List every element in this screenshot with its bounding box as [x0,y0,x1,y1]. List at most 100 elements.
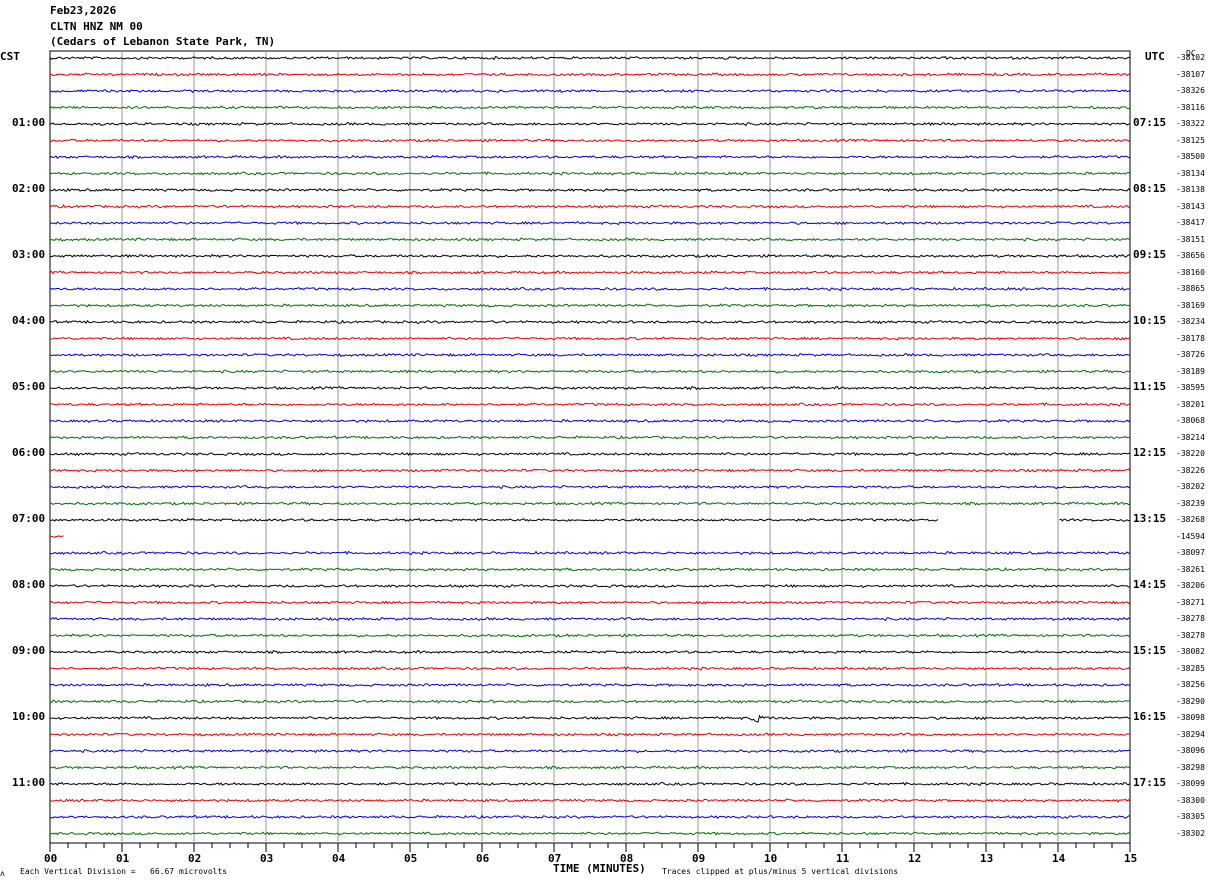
dc-offset-label: -38099 [1176,779,1205,788]
dc-offset-label: -38326 [1176,86,1205,95]
seismic-trace [49,583,1131,589]
dc-offset-label: -38302 [1176,828,1205,838]
dc-offset-label: -38278 [1176,630,1205,640]
dc-offset-label: -38098 [1176,713,1205,722]
dc-offset-label: -38239 [1176,498,1205,508]
seismic-trace [49,336,1130,341]
dc-offset-label: -38068 [1176,416,1205,425]
dc-offset-label: -38160 [1176,267,1205,277]
left-hour-label: 08:00 [12,578,46,591]
seismic-trace [49,270,1131,275]
minute-gridlines [121,51,1059,843]
dc-offset-label: -38151 [1176,234,1205,244]
x-tick-label: 15 [1124,852,1138,865]
seismic-trace [49,682,1131,688]
seismic-trace [49,88,1131,94]
dc-offset-label: -38214 [1176,432,1205,442]
seismic-trace [49,831,1131,836]
dc-offset-label: -38201 [1176,399,1205,409]
left-hour-label: 07:00 [12,512,46,525]
left-hour-label: 10:00 [12,710,46,723]
x-tick-label: 13 [980,852,994,865]
location-label: (Cedars of Lebanon State Park, TN) [50,35,276,48]
seismic-trace [49,732,1131,737]
left-hour-label: 09:00 [12,644,46,657]
right-hour-label: 17:15 [1133,776,1167,789]
x-tick-label: 03 [260,852,274,865]
x-axis-ticks [49,843,1131,852]
dc-offset-label: -38234 [1176,317,1205,326]
dc-offset-label: -38271 [1176,597,1205,607]
seismic-trace [49,72,1131,77]
left-timezone-label: CST [0,50,20,63]
seismic-trace [49,369,1131,374]
dc-offset-label: -38417 [1176,218,1205,227]
dc-offset-label: -38082 [1176,647,1205,656]
right-hour-label: 16:15 [1133,710,1167,723]
left-hour-label: 06:00 [12,446,46,459]
scale-icon: ʌ [0,869,5,878]
seismic-trace [49,385,1131,391]
dc-offset-label: -14594 [1176,531,1205,541]
x-tick-label: 06 [476,852,490,865]
right-timezone-label: UTC [1145,50,1165,63]
seismic-trace [49,714,1131,723]
dc-offset-label: -38865 [1176,284,1205,293]
seismic-trace [49,616,1131,622]
dc-offset-label: -38125 [1176,135,1205,145]
x-tick-label: 00 [44,852,58,865]
dc-offset-label: -38138 [1176,185,1205,194]
seismic-trace [49,484,1131,490]
dc-offset-label: -38096 [1176,746,1205,755]
x-tick-label: 02 [188,852,202,865]
x-tick-label: 12 [908,852,922,865]
dc-offset-label: -38169 [1176,300,1205,310]
right-hour-label: 07:15 [1133,116,1167,129]
seismic-trace [49,418,1131,424]
seismic-trace [49,567,1131,572]
x-tick-label: 14 [1052,852,1066,865]
left-hour-label: 11:00 [12,776,46,789]
x-tick-label: 05 [404,852,418,865]
seismic-trace [49,352,1131,358]
left-hour-label: 02:00 [12,182,46,195]
seismic-trace [49,187,1131,193]
seismic-trace [49,55,1131,61]
dc-offset-label: -38206 [1176,581,1205,590]
seismic-trace [49,633,1131,638]
seismic-traces [49,55,1131,836]
seismic-trace [49,781,1131,787]
dc-offset-label: -38143 [1176,201,1205,211]
plot-frame [49,50,1131,844]
seismic-trace [49,517,1131,522]
seismic-trace [49,451,1131,457]
dc-offset-label: -38261 [1176,564,1205,574]
seismic-trace [49,286,1131,292]
dc-offset-label: -38595 [1176,383,1205,392]
dc-offset-label: -38097 [1176,548,1205,557]
dc-offset-label: -38220 [1176,449,1205,458]
dc-offset-label: -38294 [1176,729,1205,739]
left-hour-label: 04:00 [12,314,46,327]
dc-offset-label: -38256 [1176,680,1205,689]
right-hour-label: 09:15 [1133,248,1167,261]
dc-offset-label: -38202 [1176,482,1205,491]
dc-offset-label: -38500 [1176,152,1205,161]
dc-offset-label: -38102 [1176,53,1205,62]
dc-offset-label: -38290 [1176,696,1205,706]
x-tick-label: 01 [116,852,130,865]
dc-offset-label: -38189 [1176,366,1205,376]
dc-offset-label: -38300 [1176,795,1205,805]
seismic-trace [49,319,1131,325]
dc-offset-label: -38107 [1176,69,1205,79]
seismic-trace [49,798,1131,803]
dc-offset-label: -38226 [1176,465,1205,475]
dc-offset-label: -38116 [1176,102,1205,112]
seismic-trace [49,468,1131,473]
seismic-trace [49,171,1131,176]
right-hour-label: 11:15 [1133,380,1167,393]
seismic-trace [49,600,1131,605]
seismic-trace [49,402,1131,407]
seismic-trace [49,204,1131,209]
seismic-trace [49,138,1131,143]
